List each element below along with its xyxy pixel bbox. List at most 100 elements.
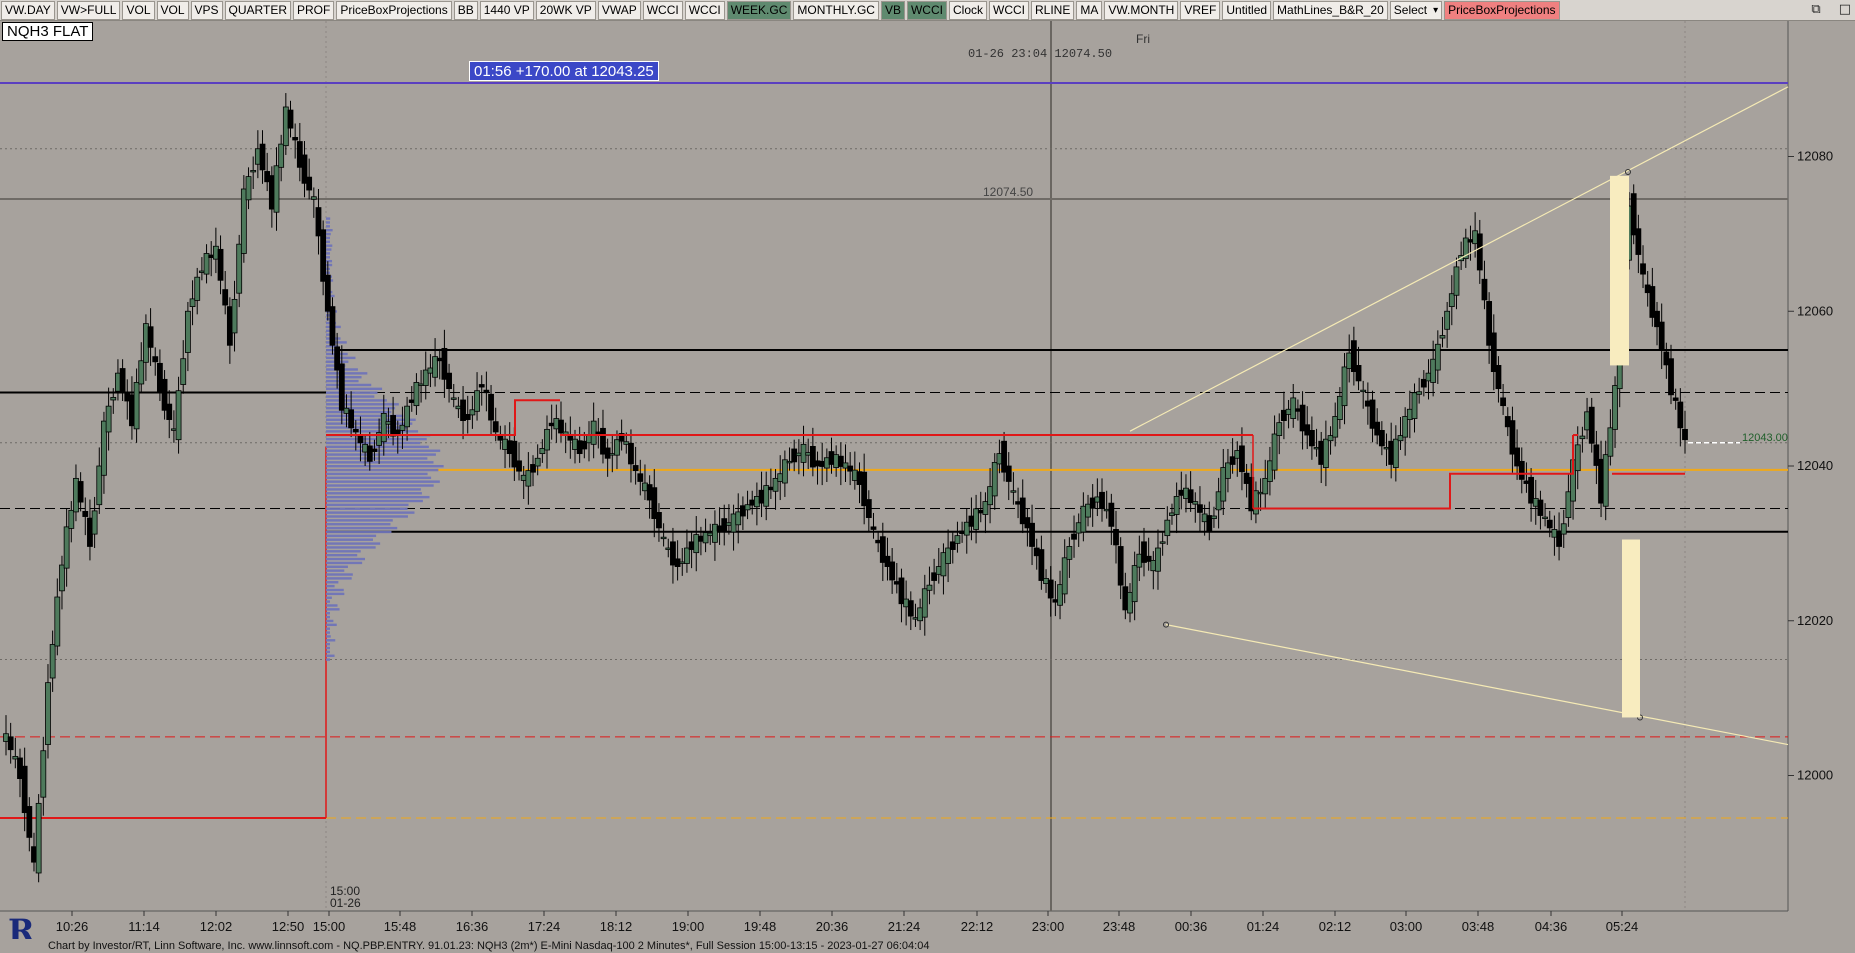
candle-body: [931, 572, 938, 581]
candle-body: [399, 424, 406, 431]
volume-profile-bar: [326, 461, 434, 464]
volume-profile-bar: [326, 658, 330, 661]
toolbar-button-vw-month[interactable]: VW.MONTH: [1104, 0, 1179, 20]
candle-body: [870, 526, 877, 530]
candle-body: [1336, 395, 1343, 420]
volume-profile-bar: [326, 561, 363, 565]
toolbar-button-quarter[interactable]: QUARTER: [224, 0, 291, 20]
candle-body: [1308, 430, 1315, 447]
candle-body: [926, 584, 933, 591]
candle-body: [352, 428, 359, 433]
toolbar-button-vps[interactable]: VPS: [190, 0, 223, 20]
candle-body: [516, 460, 522, 472]
volume-profile-bar: [326, 623, 337, 627]
candle-body: [63, 526, 70, 569]
candle-body: [469, 409, 476, 416]
candle-body: [912, 617, 919, 620]
maximize-icon[interactable]: □: [1839, 2, 1851, 17]
candle-body: [726, 522, 732, 526]
candle-body: [1276, 422, 1283, 436]
candle-body: [1141, 541, 1147, 563]
candle-body: [21, 765, 28, 814]
toolbar-button-rline[interactable]: RLINE: [1031, 0, 1075, 20]
toolbar-button-week-gc[interactable]: WEEK.GC: [726, 0, 792, 20]
toolbar-button-select[interactable]: Select: [1389, 0, 1443, 20]
candle-body: [1178, 489, 1185, 496]
candle-body: [1504, 416, 1511, 428]
volume-profile-bar: [326, 422, 413, 425]
toolbar-button-prof[interactable]: PROF: [292, 0, 335, 20]
toolbar-button-wcci[interactable]: WCCI: [906, 0, 947, 20]
candle-body: [1001, 440, 1007, 473]
restore-icon[interactable]: ⧉: [1811, 2, 1820, 17]
volume-profile-bar: [326, 248, 332, 251]
candle-body: [1094, 496, 1101, 503]
candle-body: [1010, 490, 1017, 493]
candle-body: [334, 346, 341, 371]
toolbar-button-priceboxprojections[interactable]: PriceBoxProjections: [336, 0, 452, 20]
toolbar-button-vol[interactable]: VOL: [122, 0, 155, 20]
volume-profile-bar: [326, 550, 361, 553]
volume-profile-bar: [326, 441, 421, 445]
toolbar-button-untitled[interactable]: Untitled: [1222, 0, 1272, 20]
candle-body: [68, 509, 75, 529]
candle-body: [614, 439, 620, 456]
volume-profile-bar: [326, 387, 383, 391]
toolbar-button-1440-vp[interactable]: 1440 VP: [479, 0, 534, 20]
volume-profile-bar: [326, 565, 348, 568]
toolbar-button-clock[interactable]: Clock: [948, 0, 987, 20]
toolbar-button-wcci[interactable]: WCCI: [642, 0, 683, 20]
toolbar-button-monthly-gc[interactable]: MONTHLY.GC: [793, 0, 879, 20]
candle-body: [194, 276, 201, 301]
candle-body: [982, 501, 989, 515]
candle-body: [455, 405, 462, 410]
volume-profile-bar: [326, 403, 399, 406]
annotation-label: 01:56 +170.00 at 12043.25: [469, 61, 659, 81]
toolbar-button-vb[interactable]: VB: [880, 0, 905, 20]
candle-body: [903, 598, 910, 608]
volume-profile-bar: [326, 581, 339, 584]
volume-profile-bar: [326, 217, 331, 220]
status-bar: Chart by Investor/RT, Linn Software, Inc…: [0, 939, 1855, 953]
candle-body: [1374, 421, 1381, 436]
candle-body: [632, 465, 639, 472]
volume-profile-bar: [326, 240, 330, 244]
candle-body: [688, 541, 695, 550]
candle-body: [893, 581, 900, 585]
candle-body: [600, 427, 606, 455]
toolbar-button-ma[interactable]: MA: [1076, 0, 1103, 20]
toolbar-button-priceboxprojections[interactable]: PriceBoxProjections: [1444, 0, 1560, 20]
candle-body: [1523, 480, 1530, 484]
toolbar-button-wcci[interactable]: WCCI: [684, 0, 725, 20]
toolbar-button-mathlines-b-r-20[interactable]: MathLines_B&R_20: [1273, 0, 1388, 20]
candle-body: [977, 509, 984, 514]
candle-body: [1430, 358, 1437, 383]
symbol-label[interactable]: NQH3 FLAT: [2, 22, 94, 41]
candle-body: [432, 356, 438, 378]
volume-profile-bar: [326, 557, 365, 561]
toolbar-button-vw-full[interactable]: VW>FULL: [56, 0, 121, 20]
toolbar-button-vwap[interactable]: VWAP: [597, 0, 641, 20]
toolbar-button-20wk-vp[interactable]: 20WK VP: [535, 0, 596, 20]
candle-body: [7, 736, 14, 751]
toolbar-button-bb[interactable]: BB: [453, 0, 478, 20]
toolbar-button-vref[interactable]: VREF: [1180, 0, 1221, 20]
candle-body: [1122, 586, 1129, 611]
price-chart[interactable]: 12080 12060 12040 12020 12000 12074.50 12043.0…: [0, 21, 1855, 939]
candle-body: [1099, 491, 1105, 509]
toolbar-button-wcci[interactable]: WCCI: [989, 0, 1029, 20]
volume-profile-bar: [326, 484, 434, 487]
candle-body: [1593, 444, 1600, 466]
candle-body: [702, 532, 709, 544]
candle-body: [660, 536, 667, 540]
toolbar-button-vw-day[interactable]: VW.DAY: [1, 0, 55, 20]
toolbar-button-vol[interactable]: VOL: [156, 0, 189, 20]
time-tick-label: 12:50: [272, 919, 305, 934]
volume-profile-bar: [326, 519, 393, 522]
candle-body: [1159, 541, 1166, 544]
candle-body: [1066, 546, 1073, 560]
candle-body: [138, 360, 145, 385]
candle-body: [716, 525, 723, 532]
candle-body: [1267, 460, 1273, 482]
candle-body: [427, 367, 434, 374]
